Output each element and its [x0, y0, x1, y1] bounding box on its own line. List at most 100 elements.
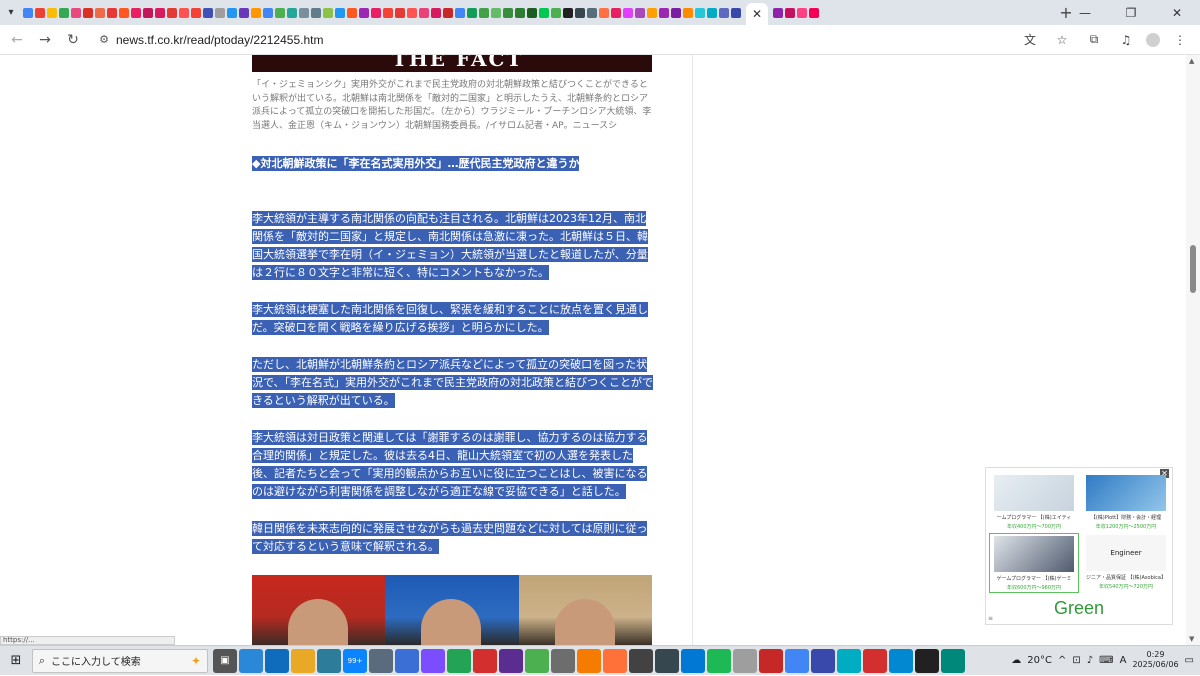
tab-favicon-icon[interactable]	[809, 7, 819, 18]
tab-favicon-icon[interactable]	[719, 7, 729, 18]
tab-favicon-icon[interactable]	[683, 7, 693, 18]
tray-overflow-icon[interactable]: ^	[1058, 655, 1066, 666]
taskbar-app-icon[interactable]	[889, 648, 913, 673]
tab-favicon-icon[interactable]	[155, 7, 165, 18]
tab-favicon-icon[interactable]	[23, 7, 33, 18]
ad-job-card[interactable]: 【(株)Plott】財務・会計・経理 年収1200万円〜2500万円	[1081, 473, 1171, 533]
tab-favicon-icon[interactable]	[503, 7, 513, 18]
tab-favicon-icon[interactable]	[299, 7, 309, 18]
task-view-icon[interactable]: ▣	[213, 648, 237, 673]
tab-favicon-icon[interactable]	[407, 7, 417, 18]
taskbar-app-icon[interactable]	[447, 648, 471, 673]
tab-favicon-icon[interactable]	[773, 7, 783, 18]
tab-favicon-icon[interactable]	[167, 7, 177, 18]
tab-favicon-icon[interactable]	[527, 7, 537, 18]
keyboard-icon[interactable]: ⌨	[1099, 655, 1113, 666]
taskbar-app-icon[interactable]	[317, 648, 341, 673]
tab-favicon-icon[interactable]	[731, 7, 741, 18]
scroll-down-arrow-icon[interactable]: ▼	[1189, 635, 1194, 643]
taskbar-app-icon[interactable]	[421, 648, 445, 673]
site-info-icon[interactable]: ⚙	[94, 30, 114, 50]
tab-favicon-icon[interactable]	[59, 7, 69, 18]
tab-favicon-icon[interactable]	[47, 7, 57, 18]
back-button[interactable]: ←	[6, 29, 28, 51]
tab-favicon-icon[interactable]	[797, 7, 807, 18]
maximize-button[interactable]: ❐	[1108, 0, 1154, 25]
tab-favicon-icon[interactable]	[785, 7, 795, 18]
minimize-button[interactable]: —	[1062, 0, 1108, 25]
taskbar-app-icon[interactable]	[733, 648, 757, 673]
tab-favicon-icon[interactable]	[179, 7, 189, 18]
tab-favicon-icon[interactable]	[623, 7, 633, 18]
tab-favicon-icon[interactable]	[347, 7, 357, 18]
taskbar-app-icon[interactable]	[395, 648, 419, 673]
translate-icon[interactable]: 文	[1018, 29, 1042, 51]
taskbar-app-icon[interactable]	[655, 648, 679, 673]
tab-favicon-icon[interactable]	[383, 7, 393, 18]
scroll-up-arrow-icon[interactable]: ▲	[1189, 57, 1194, 65]
tab-favicon-icon[interactable]	[575, 7, 585, 18]
reload-button[interactable]: ↻	[62, 29, 84, 51]
forward-button[interactable]: →	[34, 29, 56, 51]
taskbar-app-icon[interactable]	[837, 648, 861, 673]
tab-favicon-icon[interactable]	[335, 7, 345, 18]
media-controls-icon[interactable]: ♫	[1114, 29, 1138, 51]
tab-favicon-icon[interactable]	[251, 7, 261, 18]
page-scrollbar[interactable]: ▲ ▼	[1186, 55, 1200, 645]
extensions-icon[interactable]: ⧉	[1082, 29, 1106, 51]
taskbar-app-icon[interactable]	[603, 648, 627, 673]
profile-avatar[interactable]	[1146, 32, 1160, 47]
tab-favicon-icon[interactable]	[263, 7, 273, 18]
tab-favicon-icon[interactable]	[191, 7, 201, 18]
tab-favicon-icon[interactable]	[275, 7, 285, 18]
tab-favicon-icon[interactable]	[311, 7, 321, 18]
tab-favicon-icon[interactable]	[371, 7, 381, 18]
tab-favicon-icon[interactable]	[431, 7, 441, 18]
address-bar[interactable]: news.tf.co.kr/read/ptoday/2212455.htm	[116, 33, 1010, 47]
taskbar-app-icon[interactable]	[863, 648, 887, 673]
taskbar-app-icon[interactable]	[681, 648, 705, 673]
tab-favicon-icon[interactable]	[539, 7, 549, 18]
tab-favicon-icon[interactable]	[467, 7, 477, 18]
tab-favicon-icon[interactable]	[107, 7, 117, 18]
volume-icon[interactable]: ♪	[1087, 655, 1093, 666]
tab-favicon-icon[interactable]	[35, 7, 45, 18]
taskbar-app-icon[interactable]	[525, 648, 549, 673]
taskbar-app-icon[interactable]	[915, 648, 939, 673]
tab-favicon-icon[interactable]	[647, 7, 657, 18]
tab-favicon-icon[interactable]	[215, 7, 225, 18]
browser-menu-icon[interactable]: ⋮	[1168, 29, 1192, 51]
tab-favicon-icon[interactable]	[551, 7, 561, 18]
ime-indicator[interactable]: A	[1120, 655, 1127, 666]
tab-favicon-icon[interactable]	[95, 7, 105, 18]
active-tab-close-button[interactable]: ✕	[746, 3, 768, 25]
ad-info-icon[interactable]: ≡	[988, 615, 993, 622]
taskbar-app-icon[interactable]	[551, 648, 575, 673]
taskbar-app-badge-icon[interactable]: 99+	[343, 648, 367, 673]
taskbar-app-icon[interactable]	[499, 648, 523, 673]
tab-favicon-icon[interactable]	[83, 7, 93, 18]
tab-favicon-icon[interactable]	[671, 7, 681, 18]
tab-favicon-icon[interactable]	[479, 7, 489, 18]
green-logo[interactable]: Green	[986, 598, 1172, 619]
taskbar-app-icon[interactable]	[759, 648, 783, 673]
tab-favicon-icon[interactable]	[359, 7, 369, 18]
tab-favicon-icon[interactable]	[143, 7, 153, 18]
tab-favicon-icon[interactable]	[203, 7, 213, 18]
taskbar-app-icon[interactable]	[941, 648, 965, 673]
tab-favicon-icon[interactable]	[611, 7, 621, 18]
tab-favicon-icon[interactable]	[419, 7, 429, 18]
tab-favicon-icon[interactable]	[395, 7, 405, 18]
taskbar-search[interactable]: ⌕ ここに入力して検索 ✦	[32, 648, 208, 673]
tab-favicon-icon[interactable]	[695, 7, 705, 18]
tab-favicon-icon[interactable]	[599, 7, 609, 18]
taskbar-app-icon[interactable]	[629, 648, 653, 673]
ad-job-card[interactable]: ゲームプログラマー 【(株)ゲーミ 年収600万円〜960万円	[989, 533, 1079, 593]
tab-favicon-icon[interactable]	[119, 7, 129, 18]
tab-favicon-icon[interactable]	[131, 7, 141, 18]
tab-favicon-icon[interactable]	[563, 7, 573, 18]
taskbar-app-icon[interactable]	[811, 648, 835, 673]
start-windows-icon[interactable]: ⊞	[0, 646, 32, 676]
ad-job-card[interactable]: Engineer ジニア・品質保証 【(株)Asobica】 年収540万円〜7…	[1081, 533, 1171, 593]
tab-favicon-icon[interactable]	[635, 7, 645, 18]
